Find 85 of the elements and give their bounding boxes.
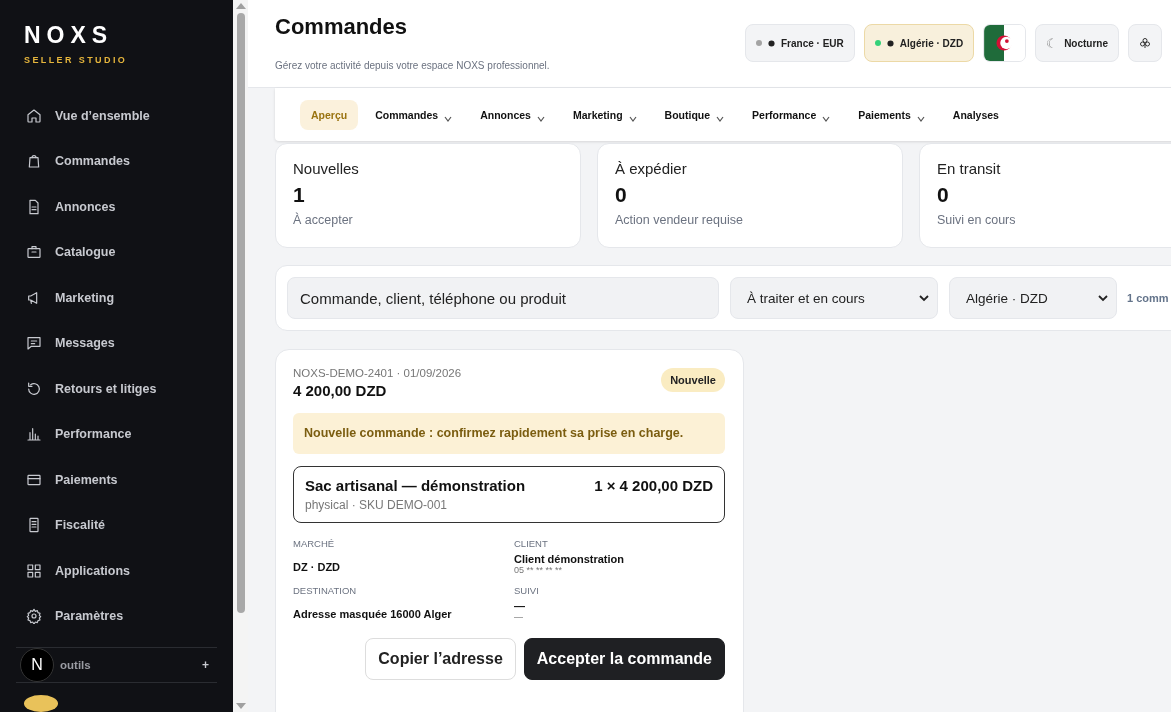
- document-icon: [26, 198, 42, 215]
- undo-icon: [26, 380, 42, 397]
- result-count: 1 comm: [1127, 292, 1169, 304]
- detail-subvalue: 05 ** ** ** **: [514, 564, 564, 575]
- nav-tab[interactable]: Marketing: [561, 99, 648, 130]
- chat-icon: [26, 335, 42, 352]
- detail-value: DZ · DZD: [293, 560, 342, 573]
- sidebar-item[interactable]: Paiements: [16, 457, 217, 503]
- sidebar-item[interactable]: Applications: [16, 548, 217, 594]
- stat-value: 0: [615, 183, 628, 207]
- chevron-down-icon: [1098, 294, 1108, 302]
- stat-title: Nouvelles: [293, 160, 360, 177]
- copy-button[interactable]: Copier l’adresse: [365, 637, 516, 680]
- detail-value: Client démonstration: [514, 552, 625, 565]
- market-button[interactable]: France · EUR: [745, 24, 855, 62]
- stat-value: 0: [937, 183, 950, 207]
- page-title: Commandes: [275, 14, 409, 40]
- detail-label: MARCHÉ: [293, 537, 336, 549]
- stat-caption: Suivi en cours: [937, 213, 1017, 227]
- brand-logo: NOXS: [23, 22, 115, 49]
- chevron-down-icon: [916, 115, 925, 122]
- item-name: Sac artisanal — démonstration: [305, 476, 526, 494]
- market-select[interactable]: Algérie · DZD: [949, 277, 1117, 319]
- avatar[interactable]: [24, 695, 58, 712]
- alert-message: Nouvelle commande : confirmez rapidement sa prise en charge.: [293, 413, 725, 454]
- stat-title: À expédier: [615, 160, 688, 177]
- bar-chart-icon: [26, 426, 42, 443]
- stat-caption: À accepter: [293, 213, 354, 227]
- scrollbar[interactable]: [233, 0, 248, 712]
- stat-caption: Action vendeur requise: [615, 213, 744, 227]
- detail-label: DESTINATION: [293, 584, 358, 596]
- detail-value: —: [514, 599, 526, 612]
- sidebar-item[interactable]: Retours et litiges: [16, 366, 217, 412]
- sidebar-item[interactable]: Annonces: [16, 184, 217, 230]
- item-meta: physical · SKU DEMO-001: [305, 497, 449, 512]
- nav-tab[interactable]: Annonces: [469, 99, 556, 130]
- icon-button[interactable]: [1128, 24, 1163, 62]
- nav-tab[interactable]: Aperçu: [300, 99, 359, 130]
- nav-tab[interactable]: Boutique: [653, 99, 736, 130]
- detail-subvalue: —: [514, 611, 524, 622]
- nav-tab[interactable]: Performance: [741, 99, 842, 130]
- detail-value: Adresse masquée 16000 Alger: [293, 607, 453, 620]
- sidebar-item[interactable]: Commandes: [16, 138, 217, 184]
- search-field[interactable]: Commande, client, téléphone ou produit: [287, 277, 719, 319]
- sidebar-item[interactable]: Performance: [16, 411, 217, 457]
- status-badge: Nouvelle: [661, 368, 725, 392]
- nav-tab[interactable]: Analyses: [941, 99, 1010, 130]
- stat-title: En transit: [937, 160, 1002, 177]
- tools-label[interactable]: outils: [60, 659, 196, 671]
- chevron-down-icon: [444, 115, 453, 122]
- accept-button[interactable]: Accepter la commande: [523, 637, 725, 680]
- chevron-down-icon: [536, 115, 545, 122]
- chevron-down-icon: [716, 115, 725, 122]
- bag-icon: [26, 153, 42, 170]
- page-subtitle: Gérez votre activité depuis votre espace NOXS professionnel.: [275, 60, 551, 71]
- receipt-icon: [26, 517, 42, 534]
- status-select[interactable]: À traiter et en cours: [730, 277, 938, 319]
- settings-icon: [26, 608, 42, 625]
- flag-icon[interactable]: [983, 24, 1027, 62]
- stat-value: 1: [293, 183, 306, 207]
- club-icon: [1139, 37, 1152, 49]
- nav-tab[interactable]: Paiements: [847, 99, 936, 130]
- sidebar-item[interactable]: Catalogue: [16, 229, 217, 275]
- order-reference: NOXS-DEMO-2401 · 01/09/2026: [293, 367, 462, 379]
- detail-label: CLIENT: [514, 537, 549, 549]
- sidebar-item[interactable]: Vue d’ensemble: [16, 93, 217, 139]
- sidebar-item[interactable]: Messages: [16, 320, 217, 366]
- chevron-down-icon: [628, 115, 637, 122]
- market-button[interactable]: Algérie · DZD: [863, 24, 975, 62]
- briefcase-icon: [26, 244, 42, 261]
- chevron-down-icon: [822, 115, 831, 122]
- detail-label: SUIVI: [514, 584, 540, 596]
- nav-tab[interactable]: Commandes: [364, 99, 464, 130]
- chevron-down-icon: [919, 294, 929, 302]
- item-price: 1 × 4 200,00 DZD: [594, 476, 713, 496]
- grid-icon: [26, 562, 42, 579]
- order-total: 4 200,00 DZD: [293, 382, 388, 399]
- sidebar-item[interactable]: Fiscalité: [16, 502, 217, 548]
- theme-button[interactable]: ☾ Nocturne: [1035, 24, 1120, 62]
- brand-tagline: SELLER STUDIO: [23, 55, 129, 65]
- app-badge[interactable]: N: [20, 648, 54, 682]
- expand-button[interactable]: +: [202, 658, 209, 672]
- sidebar-item[interactable]: Marketing: [16, 275, 217, 321]
- sidebar-item[interactable]: Paramètres: [16, 593, 217, 639]
- home-icon: [26, 107, 42, 124]
